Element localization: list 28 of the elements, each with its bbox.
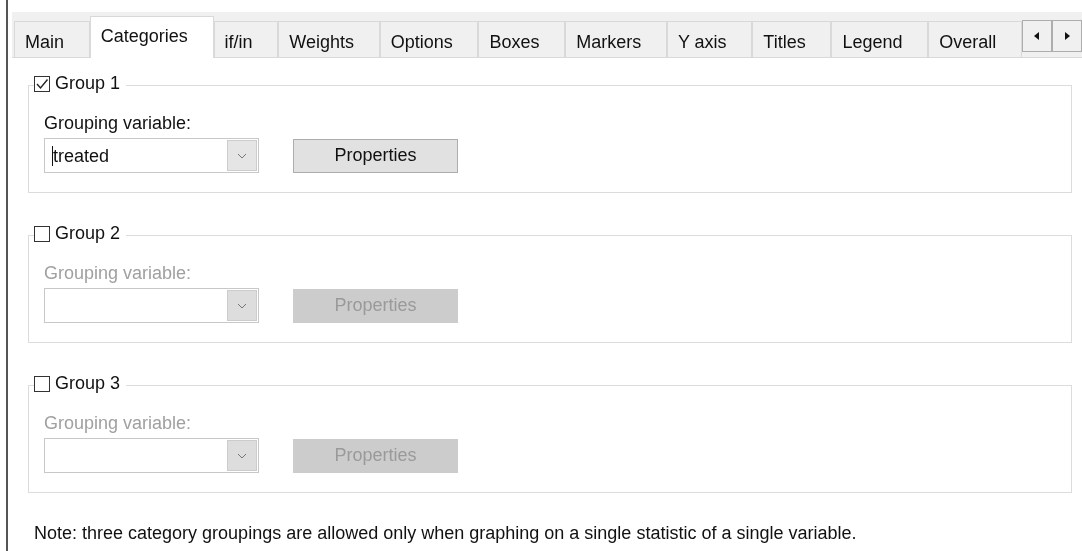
tab[interactable]: Markers	[565, 21, 667, 57]
right-triangle-icon	[1063, 32, 1070, 40]
dropdown-field[interactable]	[44, 438, 259, 473]
tab[interactable]: Overall	[928, 21, 1022, 57]
field-label: Grouping variable:	[44, 113, 193, 134]
chevron-down-icon	[237, 302, 247, 309]
properties-button[interactable]: Properties	[293, 138, 458, 173]
tab[interactable]: Legend	[831, 21, 929, 57]
left-triangle-icon	[1033, 32, 1040, 40]
field-label: Grouping variable:	[44, 263, 193, 284]
scroll-right-button[interactable]	[1051, 20, 1082, 52]
tab[interactable]: Main	[14, 21, 90, 57]
dropdown-field[interactable]: treated	[44, 138, 259, 173]
tab[interactable]: if/in	[213, 21, 279, 57]
tab[interactable]: Categories	[89, 16, 214, 58]
tab[interactable]: Titles	[752, 21, 832, 57]
chevron-down-icon	[237, 152, 247, 159]
checkbox[interactable]	[34, 75, 50, 92]
field-label: Grouping variable:	[44, 413, 193, 434]
tab[interactable]: Weights	[278, 21, 380, 57]
tab[interactable]: Y axis	[666, 21, 753, 57]
chevron-down-icon	[237, 452, 247, 459]
dropdown-field[interactable]	[44, 288, 259, 323]
note-text: Note: three category groupings are allowed only when graphing on a single statistic of a single variable.	[34, 523, 858, 544]
group-label[interactable]: Group 1	[55, 73, 121, 94]
tab[interactable]: Boxes	[478, 21, 566, 57]
tab[interactable]: Options	[379, 21, 479, 57]
scroll-left-button[interactable]	[1021, 20, 1052, 52]
